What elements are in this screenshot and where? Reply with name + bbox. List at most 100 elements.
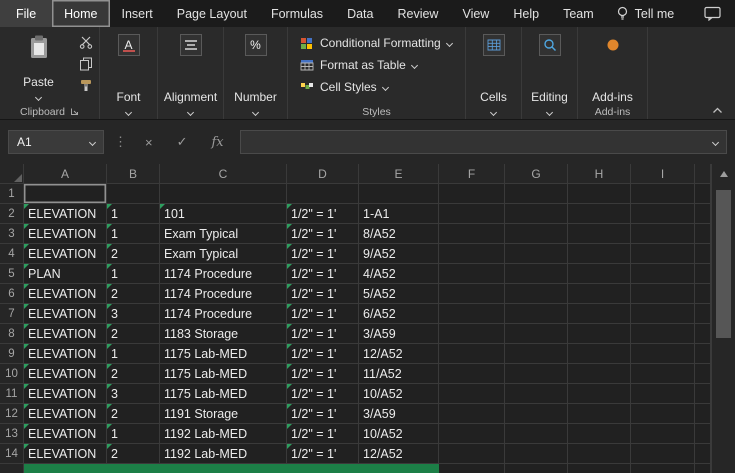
alignment-group-button[interactable]: Alignment bbox=[162, 30, 219, 119]
font-group-button[interactable]: A Font bbox=[104, 30, 153, 119]
cell-I14[interactable] bbox=[631, 444, 695, 464]
cell-J5[interactable] bbox=[695, 264, 711, 284]
tab-view[interactable]: View bbox=[450, 0, 501, 27]
cell-I3[interactable] bbox=[631, 224, 695, 244]
cell-F4[interactable] bbox=[439, 244, 505, 264]
cell-J10[interactable] bbox=[695, 364, 711, 384]
cell-E13[interactable]: 10/A52 bbox=[359, 424, 439, 444]
row-header-1[interactable]: 1 bbox=[0, 184, 24, 204]
cell-J9[interactable] bbox=[695, 344, 711, 364]
col-header-partial[interactable] bbox=[695, 164, 711, 184]
cell-C13[interactable]: 1192 Lab-MED bbox=[160, 424, 287, 444]
cell-partial-row15[interactable] bbox=[287, 464, 359, 473]
cell-F3[interactable] bbox=[439, 224, 505, 244]
cell-E7[interactable]: 6/A52 bbox=[359, 304, 439, 324]
cell-J11[interactable] bbox=[695, 384, 711, 404]
expand-formula-bar-icon[interactable] bbox=[711, 138, 720, 146]
number-group-button[interactable]: % Number bbox=[228, 30, 283, 119]
cell-C3[interactable]: Exam Typical bbox=[160, 224, 287, 244]
cell-A14[interactable]: ELEVATION bbox=[24, 444, 107, 464]
cell-G1[interactable] bbox=[505, 184, 568, 204]
cell-A11[interactable]: ELEVATION bbox=[24, 384, 107, 404]
cell-partial-row15[interactable] bbox=[107, 464, 160, 473]
row-header-10[interactable]: 10 bbox=[0, 364, 24, 384]
format-as-table-button[interactable]: Format as Table bbox=[300, 56, 452, 74]
cell-styles-button[interactable]: Cell Styles bbox=[300, 78, 452, 96]
cell-J2[interactable] bbox=[695, 204, 711, 224]
cell-A1[interactable] bbox=[24, 184, 107, 204]
row-header-4[interactable]: 4 bbox=[0, 244, 24, 264]
cell-J7[interactable] bbox=[695, 304, 711, 324]
cell-G4[interactable] bbox=[505, 244, 568, 264]
cell-D7[interactable]: 1/2" = 1' bbox=[287, 304, 359, 324]
format-painter-button[interactable] bbox=[79, 79, 93, 92]
cell-E11[interactable]: 10/A52 bbox=[359, 384, 439, 404]
cell-G3[interactable] bbox=[505, 224, 568, 244]
cell-D5[interactable]: 1/2" = 1' bbox=[287, 264, 359, 284]
formula-bar-drag-handle[interactable]: ⋮ bbox=[112, 134, 129, 150]
cell-F7[interactable] bbox=[439, 304, 505, 324]
cell-A7[interactable]: ELEVATION bbox=[24, 304, 107, 324]
cell-C1[interactable] bbox=[160, 184, 287, 204]
cell-E3[interactable]: 8/A52 bbox=[359, 224, 439, 244]
cell-partial-row15[interactable] bbox=[439, 464, 505, 473]
cell-partial-row15[interactable] bbox=[695, 464, 711, 473]
cell-E12[interactable]: 3/A59 bbox=[359, 404, 439, 424]
cell-B10[interactable]: 2 bbox=[107, 364, 160, 384]
cell-E4[interactable]: 9/A52 bbox=[359, 244, 439, 264]
cell-F12[interactable] bbox=[439, 404, 505, 424]
cell-D8[interactable]: 1/2" = 1' bbox=[287, 324, 359, 344]
cell-I13[interactable] bbox=[631, 424, 695, 444]
col-header-B[interactable]: B bbox=[107, 164, 160, 184]
cell-J3[interactable] bbox=[695, 224, 711, 244]
enter-button[interactable]: ✓ bbox=[169, 134, 196, 150]
cell-H3[interactable] bbox=[568, 224, 631, 244]
row-header-9[interactable]: 9 bbox=[0, 344, 24, 364]
cell-E14[interactable]: 12/A52 bbox=[359, 444, 439, 464]
tab-review[interactable]: Review bbox=[385, 0, 450, 27]
cell-F8[interactable] bbox=[439, 324, 505, 344]
cell-H13[interactable] bbox=[568, 424, 631, 444]
conditional-formatting-dropdown-icon[interactable] bbox=[445, 39, 453, 47]
cell-H4[interactable] bbox=[568, 244, 631, 264]
cell-A6[interactable]: ELEVATION bbox=[24, 284, 107, 304]
cell-partial-row15[interactable] bbox=[359, 464, 439, 473]
cell-E9[interactable]: 12/A52 bbox=[359, 344, 439, 364]
row-header-12[interactable]: 12 bbox=[0, 404, 24, 424]
cell-G9[interactable] bbox=[505, 344, 568, 364]
cell-H9[interactable] bbox=[568, 344, 631, 364]
cell-partial-row15[interactable] bbox=[160, 464, 287, 473]
cell-B9[interactable]: 1 bbox=[107, 344, 160, 364]
cell-D1[interactable] bbox=[287, 184, 359, 204]
cell-I7[interactable] bbox=[631, 304, 695, 324]
cell-C7[interactable]: 1174 Procedure bbox=[160, 304, 287, 324]
cell-C12[interactable]: 1191 Storage bbox=[160, 404, 287, 424]
collapse-ribbon-icon[interactable] bbox=[712, 107, 723, 114]
cell-H14[interactable] bbox=[568, 444, 631, 464]
cell-H6[interactable] bbox=[568, 284, 631, 304]
col-header-D[interactable]: D bbox=[287, 164, 359, 184]
cell-E2[interactable]: 1-A1 bbox=[359, 204, 439, 224]
cell-G6[interactable] bbox=[505, 284, 568, 304]
cell-E6[interactable]: 5/A52 bbox=[359, 284, 439, 304]
cell-G2[interactable] bbox=[505, 204, 568, 224]
select-all-corner[interactable] bbox=[0, 164, 24, 184]
cell-G8[interactable] bbox=[505, 324, 568, 344]
cell-B4[interactable]: 2 bbox=[107, 244, 160, 264]
cell-F5[interactable] bbox=[439, 264, 505, 284]
tab-help[interactable]: Help bbox=[501, 0, 551, 27]
cell-F13[interactable] bbox=[439, 424, 505, 444]
cell-H5[interactable] bbox=[568, 264, 631, 284]
row-header-3[interactable]: 3 bbox=[0, 224, 24, 244]
cell-styles-dropdown-icon[interactable] bbox=[381, 83, 389, 91]
tab-formulas[interactable]: Formulas bbox=[259, 0, 335, 27]
col-header-A[interactable]: A bbox=[24, 164, 107, 184]
cells-dropdown-icon[interactable] bbox=[489, 108, 498, 117]
cell-D4[interactable]: 1/2" = 1' bbox=[287, 244, 359, 264]
cell-A4[interactable]: ELEVATION bbox=[24, 244, 107, 264]
comments-button[interactable] bbox=[690, 0, 735, 27]
alignment-dropdown-icon[interactable] bbox=[186, 108, 195, 117]
tab-page-layout[interactable]: Page Layout bbox=[165, 0, 259, 27]
cell-J8[interactable] bbox=[695, 324, 711, 344]
cell-I11[interactable] bbox=[631, 384, 695, 404]
